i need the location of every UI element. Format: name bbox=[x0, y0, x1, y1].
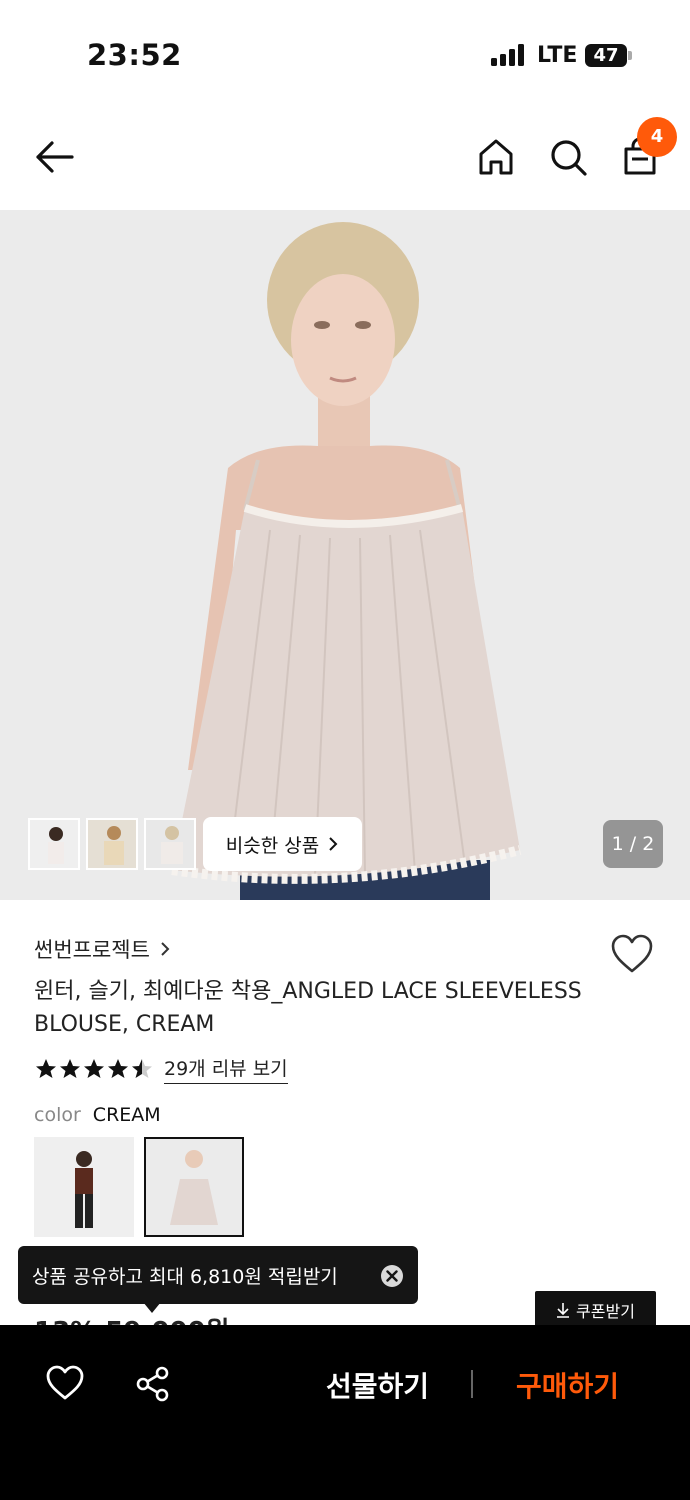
image-page-indicator: 1 / 2 bbox=[603, 820, 663, 868]
coupon-label: 쿠폰받기 bbox=[576, 1302, 635, 1321]
download-icon bbox=[557, 1303, 570, 1318]
color-value: CREAM bbox=[92, 1104, 161, 1126]
bottom-bar-divider bbox=[471, 1370, 473, 1398]
coupon-button[interactable]: 쿠폰받기 bbox=[535, 1291, 656, 1329]
rating-stars bbox=[34, 1057, 154, 1081]
chevron-right-icon bbox=[329, 837, 338, 851]
similar-products-button[interactable]: 비슷한 상품 bbox=[203, 817, 362, 871]
brand-name: 썬번프로젝트 bbox=[34, 938, 150, 962]
status-time: 23:52 bbox=[87, 38, 182, 72]
share-reward-tooltip: 상품 공유하고 최대 6,810원 적립받기 bbox=[18, 1246, 418, 1304]
status-bar: 23:52 LTE 47 bbox=[0, 0, 690, 100]
rating-row: 29개 리뷰 보기 bbox=[34, 1054, 288, 1084]
signal-icon bbox=[491, 44, 525, 66]
thumbnail-2[interactable] bbox=[86, 818, 138, 870]
bottom-action-bar bbox=[0, 1325, 690, 1500]
model-photo bbox=[0, 210, 690, 900]
tooltip-text: 상품 공유하고 최대 6,810원 적립받기 bbox=[32, 1265, 338, 1288]
app-header bbox=[0, 110, 690, 206]
color-label: color bbox=[34, 1104, 81, 1126]
wishlist-heart-icon[interactable] bbox=[45, 1364, 85, 1404]
similar-products-label: 비슷한 상품 bbox=[225, 834, 320, 857]
color-option-cream[interactable] bbox=[144, 1137, 244, 1237]
back-arrow-icon[interactable] bbox=[32, 135, 76, 179]
gift-button[interactable]: 선물하기 bbox=[300, 1360, 455, 1410]
share-icon[interactable] bbox=[133, 1364, 173, 1404]
buy-button[interactable]: 구매하기 bbox=[490, 1360, 645, 1410]
wishlist-heart-icon[interactable] bbox=[609, 932, 655, 976]
product-name: 윈터, 슬기, 최예다운 착용_ANGLED LACE SLEEVELESS B… bbox=[34, 979, 582, 1037]
price-row: 13% 59,000원 bbox=[34, 1312, 230, 1326]
close-icon[interactable] bbox=[380, 1264, 404, 1288]
color-row: color CREAM bbox=[34, 1104, 161, 1126]
gallery-thumbnails bbox=[28, 818, 196, 870]
battery-tip bbox=[628, 51, 632, 60]
cart-count-badge: 4 bbox=[637, 117, 677, 157]
reviews-link[interactable]: 29개 리뷰 보기 bbox=[164, 1054, 288, 1084]
chevron-right-icon bbox=[161, 942, 170, 956]
search-icon[interactable] bbox=[546, 135, 590, 179]
brand-link[interactable]: 썬번프로젝트 bbox=[34, 934, 170, 964]
thumbnail-3[interactable] bbox=[144, 818, 196, 870]
thumbnail-1[interactable] bbox=[28, 818, 80, 870]
product-image[interactable] bbox=[0, 210, 690, 900]
battery-icon: 47 bbox=[585, 44, 627, 67]
network-label: LTE bbox=[537, 43, 578, 68]
home-icon[interactable] bbox=[474, 135, 518, 179]
color-option-brown[interactable] bbox=[34, 1137, 134, 1237]
